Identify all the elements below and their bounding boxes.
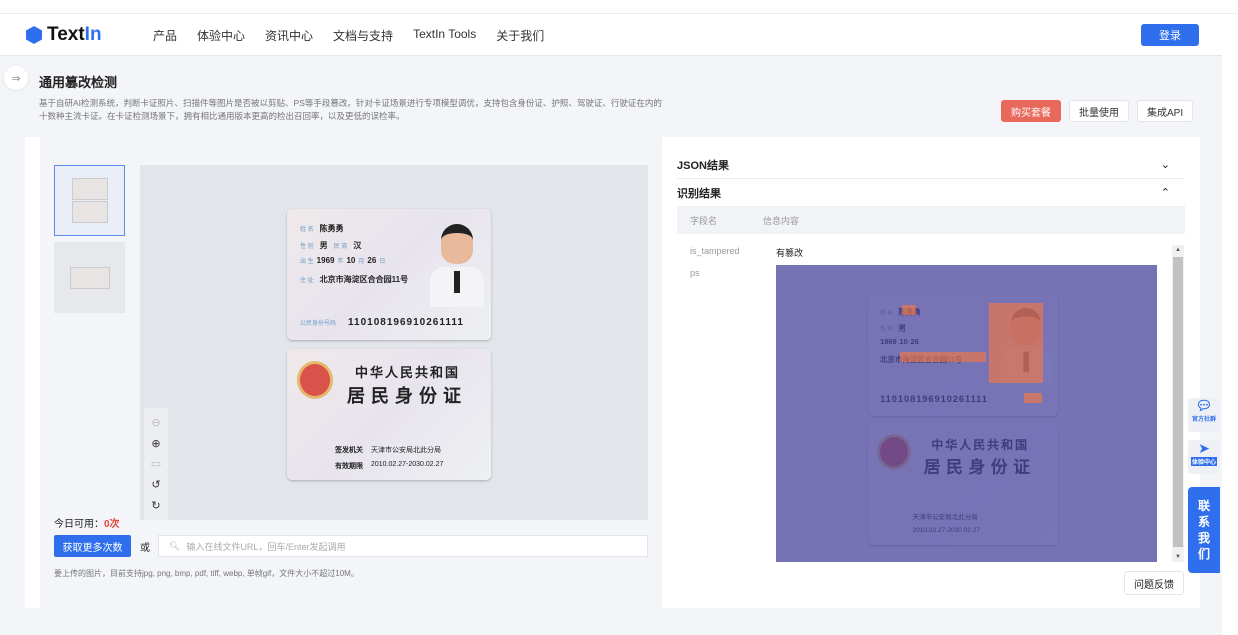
nav-about[interactable]: 关于我们 [496,27,544,44]
upload-hint: 要上传的图片，目前支持jpg, png, bmp, pdf, tiff, web… [54,569,359,578]
json-result-header[interactable]: JSON结果 ⌄ [677,151,1185,179]
col-field: 字段名 [690,216,718,226]
label: 月 [358,259,365,265]
table-header: 字段名 信息内容 [677,207,1185,234]
result-scrollbar[interactable]: ▲ ▼ [1172,245,1184,562]
batch-use-button[interactable]: 批量使用 [1069,100,1129,122]
label: 年 [337,259,344,265]
top-nav: Text In 产品 体验中心 资讯中心 文档与支持 TextIn Tools 关… [0,14,1222,56]
upload-area: 姓 名陈勇勇 性 别男民 族汉 出 生 1969 年 10 月 26 日 住 址北京市海淀区… [40,137,662,608]
contact-char: 们 [1197,547,1210,561]
zoom-in-icon[interactable]: ⊕ [151,437,160,450]
card-title: 中华人民共和国 [355,366,461,381]
field-value: 有篡改 [776,248,804,258]
label: 签发机关 [335,447,363,454]
portrait-photo [427,219,487,307]
viewer-toolbar: ⊖ ⊕ ▭ ↺ ↻ [144,408,168,520]
experience-button[interactable]: ➤ 体验中心 [1188,440,1220,474]
ethnic-value: 汉 [353,241,362,250]
page: ⇒ 通用篡改检测 基于自研AI检测系统，判断卡证照片、扫描件等图片是否被以剪贴、… [0,56,1222,635]
id-number: 110108196910261111 [348,317,464,328]
feedback-button[interactable]: 问题反馈 [1124,571,1184,595]
login-button[interactable]: 登录 [1141,24,1199,46]
label: 公民身份号码 [300,321,337,327]
daily-quota: 今日可用：0次 [54,515,120,530]
json-title: JSON结果 [677,159,729,172]
nav-experience[interactable]: 体验中心 [197,27,245,44]
contact-char: 联 [1197,499,1210,513]
image-viewer[interactable]: 姓 名陈勇勇 性 别男民 族汉 出 生 1969 年 10 月 26 日 住 址北京市海淀区… [140,165,648,520]
recognition-result-header[interactable]: 识别结果 ⌃ [677,179,1185,207]
logo[interactable]: Text In [26,24,102,46]
api-button[interactable]: 集成API [1137,100,1194,122]
tamper-highlight [900,352,986,362]
chevron-up-icon: ⌃ [1160,187,1170,199]
or-label: 或 [140,543,150,554]
recog-title: 识别结果 [677,187,721,200]
thumbnail-2[interactable] [54,242,125,313]
page-description: 基于自研AI检测系统，判断卡证照片、扫描件等图片是否被以剪贴、PS等手段篡改。针… [39,98,662,121]
main-panel: 姓 名陈勇勇 性 别男民 族汉 出 生 1969 年 10 月 26 日 住 址北京市海淀区… [25,137,1200,608]
buy-package-button[interactable]: 购买套餐 [1001,100,1061,122]
label: 住 址 [300,278,314,284]
tamper-highlight [1024,393,1042,403]
card-title-large: 居民身份证 [347,386,467,407]
sex-value: 男 [319,241,328,250]
address-value: 北京市海淀区合合园11号 [319,275,409,284]
nav-docs[interactable]: 文档与支持 [333,27,393,44]
col-info: 信息内容 [763,216,800,226]
tamper-overlay [776,265,1157,562]
field-name: ps [690,268,700,278]
community-label: 官方社群 [1191,417,1216,423]
nav-products[interactable]: 产品 [153,27,177,44]
id-card-back: 中华人民共和国 居民身份证 签发机关 天津市公安局北此分局 有效期限 2010.02… [287,349,491,480]
nav-news[interactable]: 资讯中心 [265,27,313,44]
chevron-down-icon: ⌄ [1160,159,1170,171]
top-strip [0,0,1238,14]
url-placeholder: 输入在线文件URL，回车/Enter发起调用 [186,541,346,552]
label: 出 生 [300,259,314,265]
issuer-value: 天津市公安局北此分局 [371,447,441,454]
page-title: 通用篡改检测 [39,75,118,90]
nav-tools[interactable]: TextIn Tools [413,27,476,44]
label: 民 族 [333,244,348,250]
field-name: is_tampered [690,246,740,256]
id-card-front: 姓 名陈勇勇 性 别男民 族汉 出 生 1969 年 10 月 26 日 住 址北京市海淀区… [287,209,491,340]
get-more-button[interactable]: 获取更多次数 [54,535,131,557]
logo-text-accent: In [84,24,102,45]
tamper-highlight [989,303,1043,383]
tamper-highlight [902,305,916,315]
sidebar-toggle-icon[interactable]: ⇒ [4,66,28,90]
logo-text: Text [47,24,85,45]
name-value: 陈勇勇 [319,224,344,233]
contact-char: 系 [1197,515,1210,529]
zoom-out-icon[interactable]: ⊖ [151,416,160,429]
label: 性 别 [300,244,314,250]
month: 10 [346,256,356,265]
tamper-heatmap-image: 姓 名陈勇勇 性 别男 19691026 北京市海淀区合合园11号 110108… [776,265,1157,562]
send-icon: ➤ [1198,440,1210,456]
fit-icon[interactable]: ▭ [151,457,161,470]
quota-value: 0次 [104,519,120,530]
label: 有效期限 [335,463,363,470]
rotate-right-icon[interactable]: ↻ [151,499,160,512]
validity-value: 2010.02.27-2030.02.27 [371,461,444,468]
rotate-left-icon[interactable]: ↺ [151,478,160,491]
quota-label: 今日可用： [54,519,104,530]
day: 26 [367,256,377,265]
community-button[interactable]: 💬︎ 官方社群 [1188,398,1220,432]
label: 姓 名 [300,227,314,233]
label: 日 [379,259,386,265]
contact-char: 我 [1197,531,1210,545]
year: 1969 [316,256,335,265]
search-icon: 🔍︎ [169,540,181,551]
contact-us-button[interactable]: 联系我们 [1188,487,1220,573]
logo-icon [26,26,42,44]
url-input[interactable]: 🔍︎ 输入在线文件URL，回车/Enter发起调用 [158,535,648,557]
thumbnail-1[interactable] [54,165,125,236]
wechat-icon: 💬︎ [1195,398,1213,413]
experience-label: 体验中心 [1190,457,1217,466]
national-emblem-icon [297,361,333,399]
